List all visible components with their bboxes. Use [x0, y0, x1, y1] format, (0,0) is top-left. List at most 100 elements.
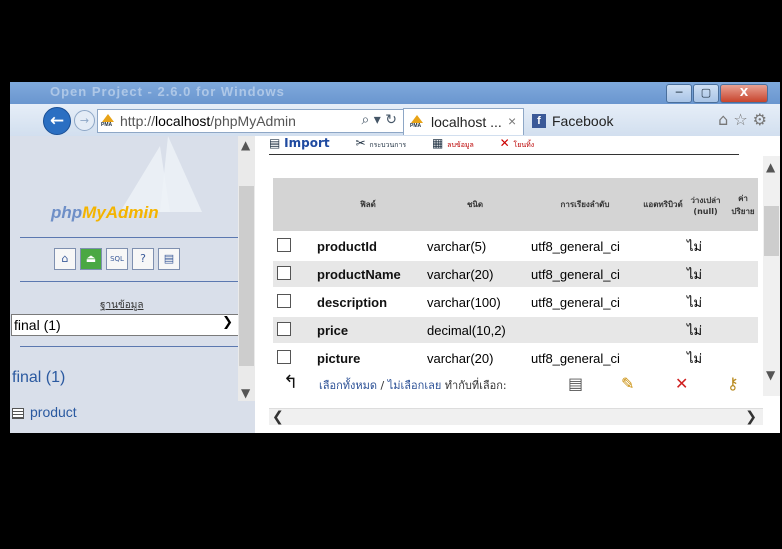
divider: [20, 237, 242, 238]
delete-icon[interactable]: ✕: [675, 374, 688, 393]
header-attributes[interactable]: แอตทริบิวต์: [643, 178, 683, 231]
row-checkbox[interactable]: [277, 293, 291, 308]
chevron-down-icon: ❯: [222, 315, 233, 330]
scroll-down-icon[interactable]: ▼: [766, 368, 775, 382]
navigation-bar: ← → PMA http://localhost/phpMyAdmin ⌕ ▾ …: [10, 104, 780, 136]
tab-localhost[interactable]: PMA localhost ... ×: [403, 108, 524, 135]
field-null: ไม่: [683, 289, 728, 315]
header-default[interactable]: ค่าปริยาย: [728, 178, 758, 231]
scroll-thumb[interactable]: [239, 186, 254, 366]
tab-empty[interactable]: ▦ ลบข้อมูล: [432, 136, 474, 151]
address-actions[interactable]: ⌕ ▾ ↻: [362, 112, 398, 128]
screen: { "window": { "title": "Open Project - 2…: [0, 0, 782, 549]
header-null[interactable]: ว่างเปล่า (null): [683, 178, 728, 231]
tab-facebook[interactable]: f Facebook: [528, 108, 638, 134]
row-checkbox[interactable]: [277, 321, 291, 336]
home-icon[interactable]: ⌂: [718, 110, 733, 129]
table-row: picture varchar(20) utf8_general_ci ไม่: [273, 345, 758, 371]
close-button[interactable]: X: [720, 84, 768, 103]
field-attributes: [643, 345, 683, 371]
sidebar-item-product[interactable]: product: [12, 404, 77, 420]
scroll-up-icon[interactable]: ▲: [766, 160, 775, 174]
window-title: Open Project - 2.6.0 for Windows: [50, 84, 285, 99]
horizontal-scrollbar[interactable]: ❮ ❯: [269, 408, 763, 425]
row-checkbox[interactable]: [277, 265, 291, 280]
navigation-panel: phpMyAdmin ⌂ ⏏ SQL? ▤ ฐานข้อมูล final (1) ❯…: [10, 136, 255, 433]
browse-icon[interactable]: ▤: [568, 374, 583, 393]
minimize-button[interactable]: ─: [666, 84, 692, 103]
field-collation: utf8_general_ci: [527, 289, 643, 315]
gear-icon[interactable]: ⚙: [753, 110, 772, 129]
field-name: description: [313, 289, 423, 315]
docs-icon[interactable]: ▤: [158, 248, 180, 270]
table-icon: [12, 407, 24, 419]
field-type: varchar(20): [423, 261, 527, 287]
tab-close-icon[interactable]: ×: [508, 113, 516, 129]
database-select[interactable]: final (1) ❯: [11, 314, 240, 336]
row-checkbox[interactable]: [277, 237, 291, 252]
back-button[interactable]: ←: [43, 107, 71, 135]
action-tabs: ▤ Import ✂ กระบวนการ ▦ ลบข้อมูล ✕ โยนทิ้…: [269, 136, 556, 154]
edit-icon[interactable]: ✎: [621, 374, 634, 393]
tab-drop[interactable]: ✕ โยนทิ้ง: [500, 136, 535, 151]
tab-import[interactable]: ▤ Import: [269, 136, 330, 150]
scroll-up-icon[interactable]: ▲: [241, 138, 250, 152]
forward-button[interactable]: →: [74, 110, 95, 131]
scroll-left-icon[interactable]: ❮: [272, 409, 284, 425]
scroll-down-icon[interactable]: ▼: [241, 386, 250, 400]
field-attributes: [643, 317, 683, 343]
header-collation[interactable]: การเรียงลำดับ: [527, 178, 643, 231]
field-collation: [527, 317, 643, 343]
check-all-arrow-icon: ↰: [283, 372, 299, 393]
tab-label: localhost ...: [431, 114, 502, 130]
field-name: price: [313, 317, 423, 343]
table-row: productId varchar(5) utf8_general_ci ไม่: [273, 233, 758, 259]
phpmyadmin-logo[interactable]: phpMyAdmin: [51, 203, 159, 223]
title-bar: Open Project - 2.6.0 for Windows ─ ▢ X: [10, 82, 780, 104]
structure-table: ฟิลด์ ชนิด การเรียงลำดับ แอตทริบิวต์ ว่า…: [273, 176, 758, 373]
table-row: price decimal(10,2) ไม่: [273, 317, 758, 343]
divider: [269, 154, 739, 155]
home-icon[interactable]: ⌂: [54, 248, 76, 270]
with-selected-label: ทำกับที่เลือก:: [444, 379, 507, 392]
database-label: ฐานข้อมูล: [100, 300, 144, 311]
right-scrollbar[interactable]: ▲ ▼: [763, 156, 780, 396]
address-bar[interactable]: PMA http://localhost/phpMyAdmin ⌕ ▾ ↻: [97, 109, 404, 133]
maximize-button[interactable]: ▢: [693, 84, 719, 103]
header-field[interactable]: ฟิลด์: [313, 178, 423, 231]
tab-label: Facebook: [552, 113, 614, 129]
field-name: productName: [313, 261, 423, 287]
field-attributes: [643, 289, 683, 315]
field-attributes: [643, 233, 683, 259]
uncheck-all-link[interactable]: ไม่เลือกเลย: [388, 379, 442, 392]
pma-favicon-icon: PMA: [101, 114, 116, 128]
row-checkbox[interactable]: [277, 349, 291, 364]
tab-operations[interactable]: ✂ กระบวนการ: [355, 136, 406, 151]
logo-sail-graphic: [160, 136, 202, 212]
field-type: decimal(10,2): [423, 317, 527, 343]
url-text[interactable]: http://localhost/phpMyAdmin: [120, 113, 296, 129]
field-type: varchar(5): [423, 233, 527, 259]
help-icon[interactable]: ?: [132, 248, 154, 270]
primary-key-icon[interactable]: ⚷: [727, 374, 739, 393]
field-null: ไม่: [683, 345, 728, 371]
scroll-right-icon[interactable]: ❯: [745, 409, 757, 425]
check-all-link[interactable]: เลือกทั้งหมด: [319, 379, 377, 392]
sql-icon[interactable]: SQL: [106, 248, 128, 270]
field-type: varchar(100): [423, 289, 527, 315]
field-name: picture: [313, 345, 423, 371]
field-collation: utf8_general_ci: [527, 345, 643, 371]
field-type: varchar(20): [423, 345, 527, 371]
table-header: ฟิลด์ ชนิด การเรียงลำดับ แอตทริบิวต์ ว่า…: [273, 178, 758, 231]
header-type[interactable]: ชนิด: [423, 178, 527, 231]
arrow-right-icon: →: [79, 114, 90, 127]
table-row: description varchar(100) utf8_general_ci…: [273, 289, 758, 315]
star-icon[interactable]: ☆: [733, 110, 752, 129]
exit-icon[interactable]: ⏏: [80, 248, 102, 270]
browser-window: Open Project - 2.6.0 for Windows ─ ▢ X ←…: [10, 82, 780, 433]
divider: [20, 346, 242, 347]
left-scrollbar[interactable]: ▲ ▼: [238, 136, 255, 401]
scroll-thumb[interactable]: [764, 206, 779, 256]
bulk-actions: เลือกทั้งหมด / ไม่เลือกเลย ทำกับที่เลือก…: [319, 379, 507, 392]
database-title[interactable]: final (1): [12, 369, 65, 387]
